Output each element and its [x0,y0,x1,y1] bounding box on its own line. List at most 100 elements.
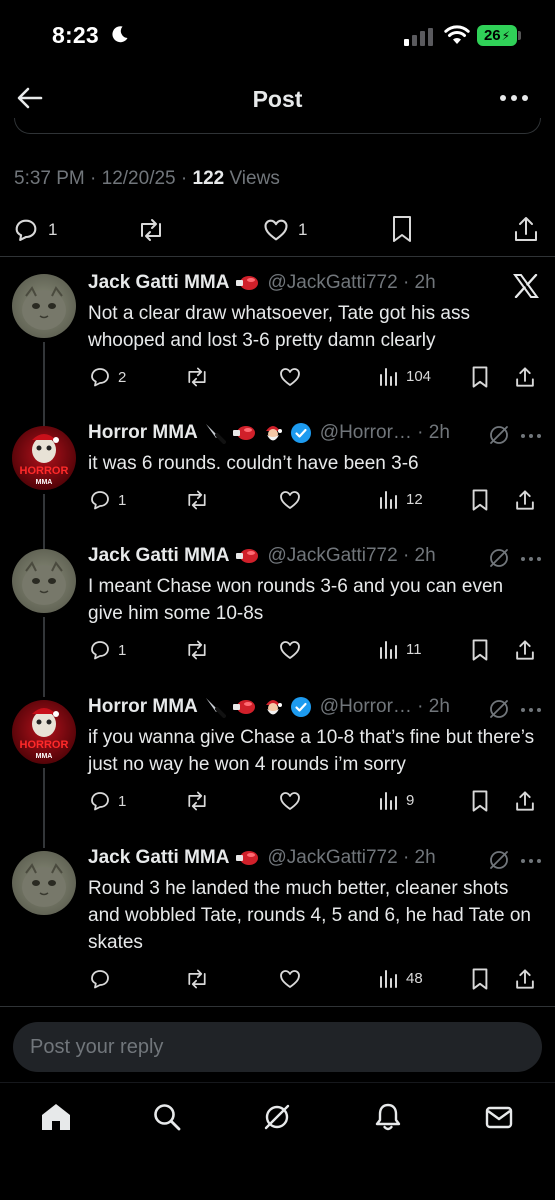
mail-icon[interactable] [484,1102,514,1132]
main-share-button[interactable] [512,214,540,244]
repost-button[interactable] [184,967,210,991]
more-options-icon[interactable] [521,557,541,561]
reply-button[interactable] [88,967,112,991]
share-button[interactable] [514,488,536,512]
share-button[interactable] [514,638,536,662]
main-bookmark-button[interactable] [390,214,414,244]
grok-icon[interactable] [488,849,510,871]
views-count: 48 [406,969,423,987]
bookmark-button[interactable] [470,967,490,991]
more-options-icon[interactable] [499,94,529,102]
reply-text: if you wanna give Chase a 10-8 that’s fi… [88,727,535,775]
main-post-actions: 1 1 [0,212,555,248]
repost-icon [188,969,206,989]
reply-button[interactable]: 2 [88,365,126,389]
main-like-button[interactable]: 1 [262,216,307,244]
views-button[interactable]: 11 [378,638,422,660]
share-button[interactable] [514,789,536,813]
like-button[interactable] [278,638,302,662]
more-options-icon[interactable] [521,859,541,863]
analytics-icon [380,491,397,509]
search-icon[interactable] [152,1102,182,1132]
horror-logo-sub: MMA [36,479,53,486]
home-icon[interactable] [40,1102,72,1132]
share-button[interactable] [514,365,536,389]
grok-icon[interactable] [262,1102,292,1132]
reply-count: 1 [118,792,127,810]
author-handle[interactable]: @Horror… · 2h [320,696,450,718]
bookmark-button[interactable] [470,638,490,662]
bookmark-button[interactable] [470,365,490,389]
avatar[interactable]: HORROR MMA [12,426,76,490]
like-button[interactable] [278,488,302,512]
reply-text: Not a clear draw whatsoever, Tate got hi… [88,303,470,351]
share-button[interactable] [514,967,536,991]
author-name[interactable]: Jack Gatti MMA [88,847,229,869]
author-name[interactable]: Horror MMA [88,696,198,718]
reply-button[interactable]: 1 [88,789,126,813]
heart-icon [264,219,288,241]
bookmark-button[interactable] [470,789,490,813]
boxing-glove-icon [235,548,259,564]
repost-button[interactable] [184,488,210,512]
views-button[interactable]: 9 [378,789,414,811]
author-handle[interactable]: @JackGatti772 · 2h [267,847,435,869]
reply-input[interactable]: Post your reply [13,1022,542,1072]
repost-button[interactable] [184,789,210,813]
author-name[interactable]: Jack Gatti MMA [88,545,229,567]
like-button[interactable] [278,967,302,991]
avatar[interactable]: HORROR MMA [12,700,76,764]
grok-icon[interactable] [488,424,510,446]
boxing-glove-icon [235,850,259,866]
more-options-icon[interactable] [521,708,541,712]
reply-count: 2 [118,368,127,386]
horror-logo-sub: MMA [36,753,53,760]
views-count: 12 [406,490,423,508]
avatar[interactable] [12,549,76,613]
reply-button[interactable]: 1 [88,488,126,512]
x-logo-icon[interactable] [513,274,539,298]
reply-icon [15,219,37,241]
avatar[interactable] [12,851,76,915]
divider [0,1006,555,1007]
repost-icon [188,490,206,510]
views-button[interactable]: 48 [378,967,423,989]
bell-icon[interactable] [373,1102,403,1132]
repost-button[interactable] [184,365,210,389]
grok-icon[interactable] [488,547,510,569]
avatar[interactable] [12,274,76,338]
bookmark-icon [393,216,411,242]
views-count: 104 [406,367,432,385]
heart-icon [280,368,300,386]
repost-button[interactable] [184,638,210,662]
wifi-icon [444,25,470,45]
reply-header: Jack Gatti MMA @JackGatti772 · 2h [88,847,436,869]
like-button[interactable] [278,365,302,389]
more-options-icon[interactable] [521,434,541,438]
quoted-card-edge [14,118,541,134]
main-reply-button[interactable]: 1 [12,216,57,244]
author-handle[interactable]: @JackGatti772 · 2h [267,272,435,294]
views-button[interactable]: 104 [378,365,431,387]
heart-icon [280,792,300,810]
reply-text: I meant Chase won rounds 3-6 and you can… [88,576,504,624]
knife-icon [204,422,226,444]
reply-header: Horror MMA @Horror… · 2h [88,422,450,444]
boxing-glove-icon [235,275,259,291]
bookmark-button[interactable] [470,488,490,512]
author-handle[interactable]: @JackGatti772 · 2h [267,545,435,567]
reply-header: Horror MMA @Horror… · 2h [88,696,450,718]
thread-line [43,768,45,848]
like-button[interactable] [278,789,302,813]
author-handle[interactable]: @Horror… · 2h [320,422,450,444]
reply-button[interactable]: 1 [88,638,126,662]
author-name[interactable]: Jack Gatti MMA [88,272,229,294]
heart-icon [280,491,300,509]
author-name[interactable]: Horror MMA [88,422,198,444]
grok-icon[interactable] [488,698,510,720]
post-timestamp: 5:37 PM · 12/20/25 · [14,168,193,189]
views-button[interactable]: 12 [378,488,423,510]
main-like-count: 1 [298,220,308,239]
divider [0,256,555,257]
main-repost-button[interactable] [136,216,166,244]
